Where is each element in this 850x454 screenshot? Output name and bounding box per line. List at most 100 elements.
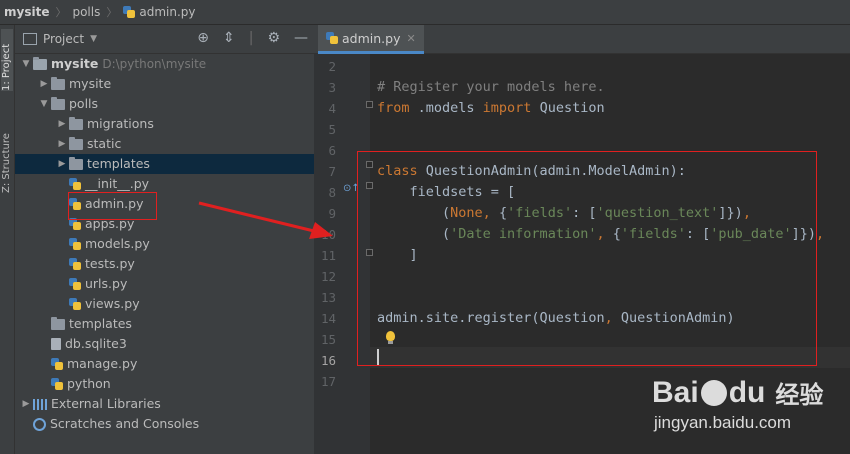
tree-item[interactable]: ▶ mysite [15,74,314,94]
editor-tab-admin[interactable]: admin.py ✕ [318,25,424,54]
tree-item[interactable]: views.py [15,294,314,314]
tree-item-label: templates [87,156,150,171]
line-number: 4 [328,101,336,116]
folder-icon [69,116,83,130]
project-view-icon [23,33,37,45]
project-panel: Project ▼ ⊕ ⇕ | ⚙ — ▼ mysite D:\python\mys… [15,25,314,454]
python-file-icon [69,178,81,190]
tree-item-label: mysite [51,56,99,71]
tree-item[interactable]: __init__.py [15,174,314,194]
tree-item[interactable]: python [15,374,314,394]
library-icon [33,398,47,410]
line-number: 2 [328,59,336,74]
tree-item[interactable]: ▶ static [15,134,314,154]
code-line: from .models import Question [377,100,605,116]
tree-item[interactable]: ▶ migrations [15,114,314,134]
tree-item[interactable]: ▶ External Libraries [15,394,314,414]
tab-structure[interactable]: Z: Structure [1,119,13,193]
tree-item-label: db.sqlite3 [65,336,127,351]
tree-item-label: __init__.py [85,176,150,191]
fold-marker-icon[interactable] [366,101,373,108]
tree-item[interactable]: manage.py [15,354,314,374]
close-icon[interactable]: ✕ [406,32,415,45]
line-number: 11 [320,248,336,263]
line-number: 3 [328,80,336,95]
collapse-icon[interactable]: ⇕ [223,30,235,46]
breadcrumb-item-mysite[interactable]: mysite [0,5,53,19]
baidu-watermark: Bai du 经验 jingyan.baidu.com [652,375,850,454]
tree-item-label: External Libraries [51,396,161,411]
annotation-box-code [357,151,817,366]
tree-item[interactable]: models.py [15,234,314,254]
file-icon [51,338,61,350]
chevron-right-icon[interactable]: ▶ [19,394,33,414]
breadcrumb-item-label: admin.py [139,5,196,19]
watermark-logo-text: Bai [652,375,699,409]
chevron-down-icon[interactable]: ▼ [19,54,33,74]
tree-item-label: models.py [85,236,150,251]
breadcrumb-item-polls[interactable]: polls [68,5,104,19]
tree-item[interactable]: urls.py [15,274,314,294]
tree-item[interactable]: ▼ mysite D:\python\mysite [15,54,314,74]
tree-item-label: static [87,136,122,151]
tree-item-label: mysite [69,76,112,91]
chevron-down-icon[interactable]: ▼ [37,94,51,114]
tree-item[interactable]: db.sqlite3 [15,334,314,354]
watermark-logo-text: du [728,375,766,409]
line-number: 8 [328,185,336,200]
line-number: 7 [328,164,336,179]
python-file-icon [69,258,81,270]
gear-icon[interactable]: ⚙ [267,30,280,46]
folder-icon [51,76,65,90]
tree-item[interactable]: admin.py [15,194,314,214]
python-file-icon [326,32,338,44]
locate-icon[interactable]: ⊕ [197,30,209,46]
breadcrumb-separator: 〉 [106,6,118,19]
folder-icon [69,136,83,150]
line-number: 15 [320,332,336,347]
chevron-right-icon[interactable]: ▶ [55,154,69,174]
chevron-right-icon[interactable]: ▶ [55,134,69,154]
chevron-right-icon[interactable]: ▶ [55,114,69,134]
python-file-icon [123,6,136,18]
tool-window-strip: 1: Project Z: Structure [0,25,15,454]
annotation-box-file [68,192,157,220]
divider: | [248,30,254,46]
line-number: 10 [320,227,336,242]
line-number: 14 [320,311,336,326]
paw-icon [700,379,727,406]
project-tree: ▼ mysite D:\python\mysite ▶ mysite ▼ polls ▶ mig… [15,54,314,434]
tree-item-label: views.py [85,296,140,311]
line-number: 16 [320,353,336,368]
line-number: 9 [328,206,336,221]
line-number: 6 [328,143,336,158]
editor-tab-bar: admin.py ✕ [314,25,850,54]
tree-item[interactable]: ▶ templates [15,154,314,174]
project-panel-header: Project ▼ ⊕ ⇕ | ⚙ — [15,25,314,54]
editor-tab-label: admin.py [342,30,401,46]
tab-project[interactable]: 1: Project [1,29,13,91]
tree-item[interactable]: ▼ polls [15,94,314,114]
tree-item[interactable]: tests.py [15,254,314,274]
tree-item-label: urls.py [85,276,128,291]
breadcrumb-item-admin[interactable]: admin.py [119,5,199,19]
tree-item-label: migrations [87,116,154,131]
tree-item-label: templates [69,316,132,331]
python-file-icon [69,278,81,290]
python-file-icon [51,378,63,390]
chevron-down-icon[interactable]: ▼ [90,34,97,44]
python-file-icon [69,298,81,310]
tree-item-label: tests.py [85,256,135,271]
tree-item[interactable]: templates [15,314,314,334]
tree-item-label: manage.py [67,356,138,371]
project-panel-title[interactable]: Project [43,32,84,46]
line-number: 13 [320,290,336,305]
hide-icon[interactable]: — [294,30,308,46]
chevron-right-icon[interactable]: ▶ [37,74,51,94]
tree-item[interactable]: Scratches and Consoles [15,414,314,434]
folder-icon [51,316,65,330]
tree-item[interactable]: apps.py [15,214,314,234]
tree-item-label: polls [69,96,99,111]
tree-item-label: Scratches and Consoles [50,416,200,431]
python-file-icon [69,238,81,250]
